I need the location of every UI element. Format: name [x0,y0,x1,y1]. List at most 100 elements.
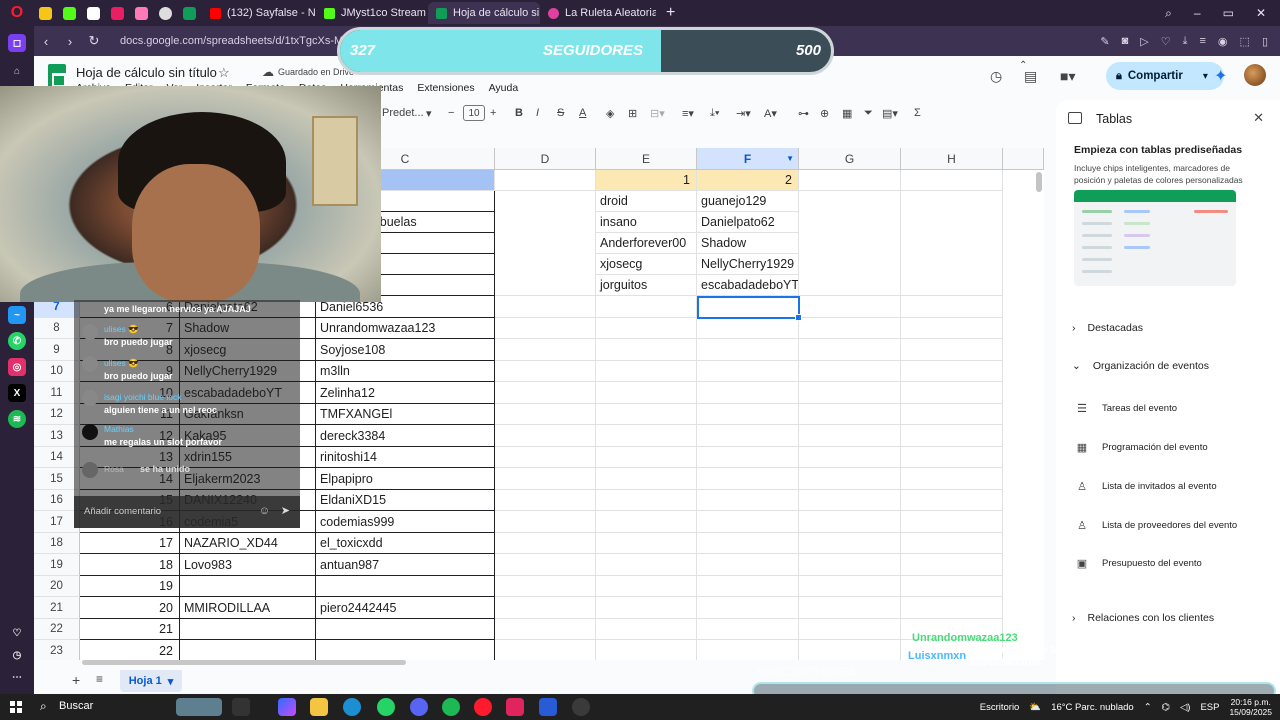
download-icon[interactable]: ⤓ [1183,35,1188,48]
cell[interactable] [495,361,596,382]
cell[interactable] [697,468,799,490]
cell[interactable] [799,447,901,468]
column-header-e[interactable]: E [596,148,697,170]
discord-icon[interactable] [410,698,428,716]
cell[interactable] [495,425,596,447]
cell[interactable] [697,597,799,619]
search-icon[interactable]: ⌕ [40,699,47,714]
cell-username[interactable]: piero2442445 [316,597,495,619]
clock[interactable]: 20:16 p.m. 15/09/2025 [1229,697,1272,717]
horizontal-scrollbar[interactable] [82,660,406,665]
cell-range[interactable] [901,191,1003,296]
cell-username[interactable]: dereck3384 [316,425,495,447]
cell-username[interactable] [316,640,495,660]
cell[interactable] [596,619,697,640]
cell-index[interactable]: 21 [80,619,180,640]
cell[interactable] [596,447,697,468]
header-cell-e[interactable]: 1 [596,170,697,191]
cell[interactable] [495,597,596,619]
cell[interactable] [495,511,596,533]
capcut-icon[interactable] [506,698,524,716]
section-organizacion[interactable]: ⌄ Organización de eventos [1072,360,1209,372]
column-header-next[interactable] [1003,148,1044,170]
cell[interactable] [901,447,1003,468]
cell[interactable] [901,511,1003,533]
instagram-icon[interactable]: ◎ [8,358,26,376]
cell[interactable] [495,533,596,554]
cell-index[interactable]: 22 [80,640,180,660]
template-item[interactable]: ♙ Lista de invitados al evento [1076,480,1217,493]
cell[interactable] [901,361,1003,382]
fill-color-icon[interactable]: ◈ [606,102,614,124]
cell-range[interactable] [495,191,596,296]
align-icon[interactable]: ≡▾ [682,102,694,124]
menu-extensiones[interactable]: Extensiones [417,82,474,94]
cell[interactable] [697,318,799,339]
cell-e[interactable]: droid [596,191,697,212]
cell[interactable] [495,468,596,490]
template-item[interactable]: ▦ Programación del evento [1076,441,1208,454]
profile-icon[interactable]: ◉ [1218,35,1228,48]
cell[interactable] [697,490,799,511]
sheet-tab-hoja1[interactable]: Hoja 1 ▾ [120,670,182,692]
table-template-preview[interactable] [1074,190,1236,286]
cell[interactable] [799,170,901,191]
section-relaciones[interactable]: › Relaciones con los clientes [1072,612,1214,624]
italic-icon[interactable]: I [536,102,539,124]
font-select-chevron-icon[interactable]: ▾ [426,102,432,124]
cell[interactable] [901,382,1003,404]
cell-f[interactable]: guanejo129 [697,191,799,212]
sidebar-icon[interactable]: ▯ [1262,35,1268,48]
sheets-logo-icon[interactable] [48,64,66,88]
cell[interactable] [901,468,1003,490]
cell[interactable] [697,640,799,660]
copilot-icon[interactable] [278,698,296,716]
valign-icon[interactable]: ⤓▾ [710,102,719,124]
heart-icon[interactable]: ♡ [1161,35,1171,48]
row-header[interactable]: 22 [34,619,80,640]
history-icon[interactable]: ◷ [8,646,26,664]
filter-views-icon[interactable]: ▤▾ [882,102,898,124]
new-tab-button[interactable]: + [666,4,675,22]
cell[interactable] [495,382,596,404]
cell[interactable] [799,296,901,318]
cell[interactable] [495,339,596,361]
meet-icon[interactable]: ■▾ [1060,68,1075,85]
workspace-icon[interactable]: ◻ [8,34,26,52]
maximize-icon[interactable]: ▭ [1223,6,1234,20]
cell[interactable] [596,339,697,361]
column-header-h[interactable]: H [901,148,1003,170]
filter-icon[interactable]: ⏷ [864,102,873,124]
cell-index[interactable]: 17 [80,533,180,554]
cell[interactable] [901,170,1003,191]
font-size-input[interactable]: 10 [463,105,485,121]
column-header-f[interactable]: F ▼ [697,148,799,170]
cell[interactable] [697,554,799,576]
taskbar-search[interactable]: Buscar [59,700,93,712]
comment-icon[interactable]: ⊕ [820,102,829,124]
tab-kick-stream[interactable]: JMyst1co Stream - Watch [316,2,428,24]
cell[interactable] [596,425,697,447]
cell[interactable] [901,490,1003,511]
bird-widget-icon[interactable] [176,698,222,716]
cell-username[interactable] [316,619,495,640]
merge-icon[interactable]: ⊟▾ [650,102,665,124]
template-item[interactable]: ☰ Tareas del evento [1076,402,1177,415]
cell[interactable] [901,576,1003,597]
cell-name[interactable] [180,640,316,660]
template-item[interactable]: ♙ Lista de proveedores del evento [1076,519,1237,532]
increase-font-icon[interactable]: + [490,102,496,124]
functions-icon[interactable]: Σ [914,102,921,124]
cell-e[interactable]: Anderforever00 [596,233,697,254]
cell[interactable] [901,597,1003,619]
pinned-tab-icon[interactable] [154,3,176,23]
cell-index[interactable]: 19 [80,576,180,597]
cell-name[interactable]: MMIRODILLAA [180,597,316,619]
cell-index[interactable]: 18 [80,554,180,576]
volume-icon[interactable]: ◁) [1180,702,1190,713]
cell[interactable] [697,361,799,382]
emoji-icon[interactable]: ☺ [259,505,270,517]
chat-input[interactable]: Añadir comentario ☺ ➤ [74,496,300,528]
text-color-icon[interactable]: A [579,102,586,124]
cell[interactable] [697,576,799,597]
